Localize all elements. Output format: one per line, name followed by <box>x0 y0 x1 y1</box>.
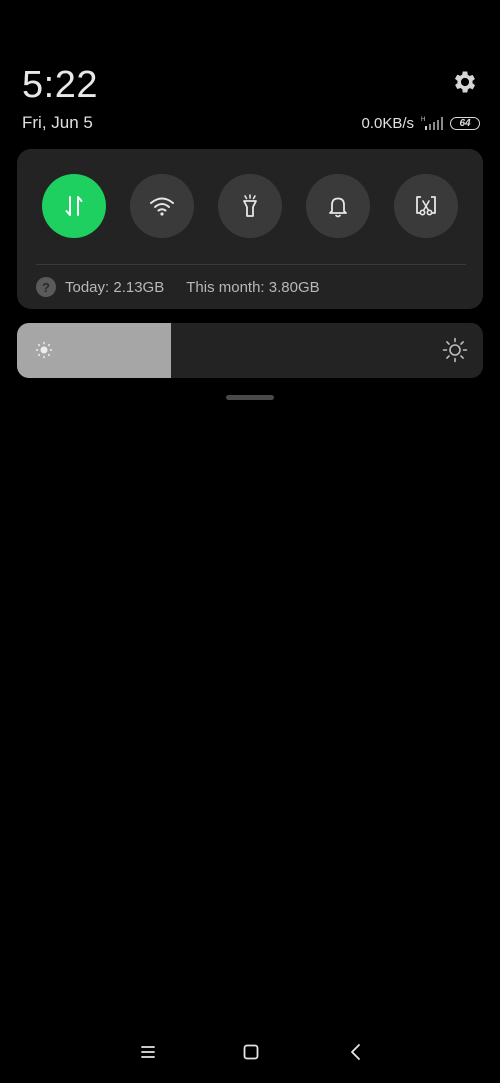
network-speed: 0.0KB/s <box>361 114 414 132</box>
back-icon[interactable] <box>344 1040 368 1064</box>
flashlight-icon <box>243 194 257 217</box>
data-usage-summary[interactable]: ? Today: 2.13GB This month: 3.80GB <box>36 277 320 297</box>
sound-toggle[interactable] <box>306 174 370 238</box>
wifi-toggle[interactable] <box>130 174 194 238</box>
gear-icon[interactable] <box>451 68 479 96</box>
usage-today: Today: 2.13GB <box>65 278 165 296</box>
quick-settings-panel: ? Today: 2.13GB This month: 3.80GB <box>17 149 483 309</box>
svg-text:H: H <box>421 117 425 123</box>
flashlight-toggle[interactable] <box>218 174 282 238</box>
navigation-bar <box>0 1030 500 1074</box>
signal-strength-icon: H <box>421 117 443 130</box>
help-icon[interactable]: ? <box>36 277 56 297</box>
brightness-high-icon <box>442 337 468 363</box>
status-indicators: 0.0KB/s H 64 <box>361 113 480 133</box>
home-icon[interactable] <box>239 1040 263 1064</box>
panel-drag-handle[interactable] <box>226 395 274 400</box>
panel-divider <box>36 264 466 265</box>
brightness-low-icon <box>35 341 53 359</box>
menu-icon[interactable] <box>136 1040 160 1064</box>
date-label[interactable]: Fri, Jun 5 <box>22 113 93 133</box>
brightness-slider[interactable] <box>17 323 483 378</box>
clock-time[interactable]: 5:22 <box>22 64 98 107</box>
mobile-data-icon <box>65 196 83 216</box>
screenshot-icon <box>416 196 436 216</box>
usage-month: This month: 3.80GB <box>186 278 320 296</box>
screenshot-toggle[interactable] <box>394 174 458 238</box>
battery-indicator: 64 <box>450 116 480 130</box>
mobile-data-toggle[interactable] <box>42 174 106 238</box>
bell-icon <box>329 197 347 218</box>
wifi-icon <box>150 197 174 216</box>
